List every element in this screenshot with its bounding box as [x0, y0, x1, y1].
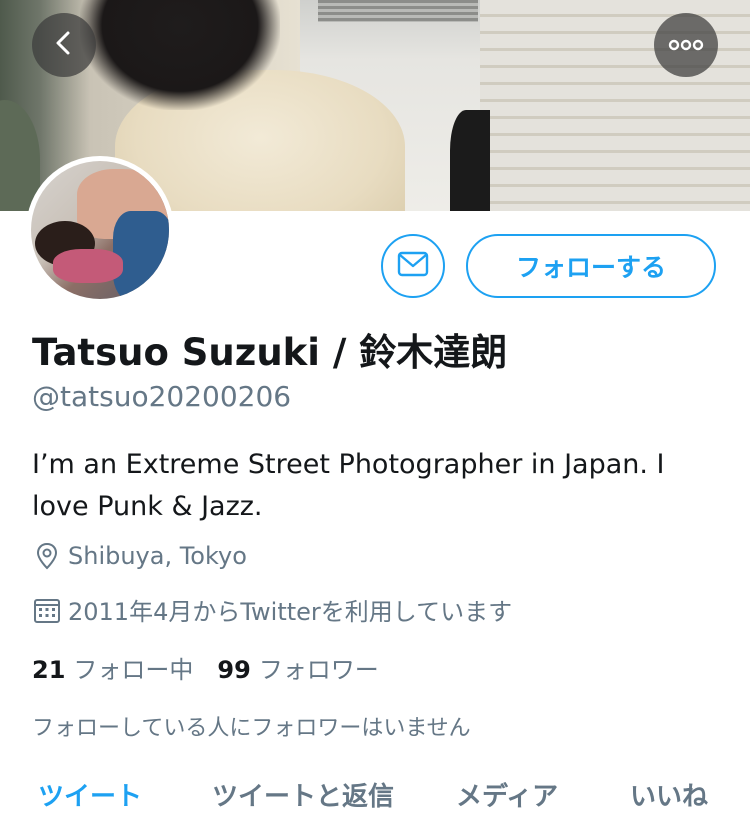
user-handle: @tatsuo20200206: [32, 380, 292, 413]
chevron-left-icon: [50, 29, 78, 61]
more-options-button[interactable]: [654, 13, 718, 77]
joined-row: 2011年4月からTwitterを利用しています: [32, 592, 512, 627]
followers-label[interactable]: フォロワー: [259, 650, 379, 685]
calendar-icon: [32, 595, 62, 625]
back-button[interactable]: [32, 13, 96, 77]
mail-icon: [397, 251, 429, 281]
tab-likes[interactable]: いいね: [630, 776, 708, 813]
tab-tweets[interactable]: ツイート: [38, 776, 142, 813]
followers-count[interactable]: 99: [217, 656, 250, 684]
follow-stats: 21 フォロー中 99 フォロワー: [32, 650, 403, 685]
message-button[interactable]: [381, 234, 445, 298]
location-row: Shibuya, Tokyo: [32, 541, 247, 571]
avatar[interactable]: [26, 156, 174, 304]
profile-tabs: ツイート ツイートと返信 メディア いいね: [0, 776, 750, 833]
more-horizontal-icon: [668, 36, 704, 55]
followed-by-text: フォローしている人にフォロワーはいません: [32, 716, 471, 741]
following-count[interactable]: 21: [32, 656, 65, 684]
following-label[interactable]: フォロー中: [73, 650, 193, 685]
joined-date-text: 2011年4月からTwitterを利用しています: [68, 598, 513, 626]
tab-tweets-and-replies[interactable]: ツイートと返信: [212, 776, 394, 813]
location-pin-icon: [32, 541, 62, 571]
display-name: Tatsuo Suzuki / 鈴木達朗: [32, 331, 508, 374]
tab-media[interactable]: メディア: [456, 776, 558, 813]
avatar-image: [31, 161, 169, 299]
profile-bio: I’m an Extreme Street Photographer in Ja…: [32, 449, 665, 522]
location-text: Shibuya, Tokyo: [68, 542, 247, 570]
follow-button[interactable]: フォローする: [466, 234, 716, 298]
